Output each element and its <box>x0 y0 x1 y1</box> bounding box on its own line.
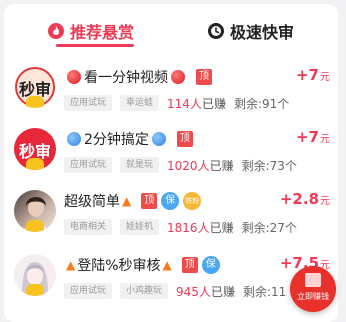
earned-number: 945人 <box>176 284 211 299</box>
task-title: 超级简单 ▲ 顶 保 铁粉 <box>64 190 202 212</box>
earn-now-button[interactable]: 立即赚钱 <box>290 266 336 312</box>
avatar-crown-badge <box>26 96 44 108</box>
category-tag: 电商相关 <box>64 219 113 235</box>
task-item[interactable]: 秒审 看一分钟视频 顶 应用试玩 幸运蛙 114人已赚 剩余:91个 +7 元 <box>4 66 338 128</box>
task-list-card: 推荐悬赏 极速快审 秒审 看一分钟视频 顶 应用试玩 幸运蛙 114人已赚 剩余… <box>4 4 338 322</box>
earned-number: 114人 <box>167 96 202 111</box>
remaining-count: 剩余:27个 <box>241 220 297 235</box>
earned-count: 1816人已赚 <box>167 219 234 236</box>
task-item[interactable]: 秒审 2分钟搞定 顶 应用试玩 就是玩 1020人已赚 剩余:73个 +7 元 <box>4 128 338 190</box>
remaining-count: 剩余:11 <box>242 284 287 299</box>
earned-number: 1816人 <box>167 220 210 235</box>
category-tag: 应用试玩 <box>64 95 113 111</box>
reward-value: +7 <box>295 128 319 146</box>
task-meta: 应用试玩 幸运蛙 114人已赚 剩余:91个 <box>64 94 289 112</box>
blue-dot-icon <box>151 132 166 146</box>
flame-icon <box>48 23 64 39</box>
fan-badge: 铁粉 <box>183 192 202 210</box>
task-avatar <box>14 254 56 296</box>
active-tab-indicator <box>56 44 134 47</box>
task-title-text: 超级简单 <box>64 194 120 210</box>
earned-suffix: 已赚 <box>209 158 234 173</box>
tab-label: 推荐悬赏 <box>70 23 135 42</box>
app-tag: 就是玩 <box>120 157 160 173</box>
pinned-badge: 顶 <box>196 69 212 85</box>
red-dot-icon <box>171 70 185 84</box>
earn-now-label: 立即赚钱 <box>297 292 329 301</box>
guarantee-badge: 保 <box>161 192 180 210</box>
task-title: 2分钟搞定 顶 <box>64 128 193 150</box>
task-item[interactable]: 超级简单 ▲ 顶 保 铁粉 电商相关 娃娃机 1816人已赚 剩余:27个 +2… <box>4 190 338 252</box>
task-avatar <box>14 190 56 232</box>
red-dot-icon <box>67 70 81 84</box>
task-title-text: 2分钟搞定 <box>84 132 149 148</box>
earned-suffix: 已赚 <box>209 220 234 235</box>
reward-amount: +2.8 元 <box>280 190 330 212</box>
tab-recommended-bounty[interactable]: 推荐悬赏 <box>48 18 134 44</box>
task-title: ▲ 登陆%秒审核 ▲ 顶 保 <box>64 254 220 276</box>
earned-count: 114人已赚 <box>167 95 226 112</box>
blue-dot-icon <box>67 132 81 146</box>
fire-icon: ▲ <box>122 194 132 208</box>
earned-count: 1020人已赚 <box>167 157 234 174</box>
task-meta: 应用试玩 就是玩 1020人已赚 剩余:73个 <box>64 156 297 174</box>
earned-number: 1020人 <box>167 158 210 173</box>
app-tag: 幸运蛙 <box>120 95 160 111</box>
app-tag: 小鸡趣玩 <box>120 283 169 299</box>
reward-value: +7 <box>295 66 319 84</box>
reward-amount: +7 元 <box>296 66 330 88</box>
fire-icon: ▲ <box>162 258 172 272</box>
clock-icon <box>208 23 224 39</box>
earned-suffix: 已赚 <box>201 96 226 111</box>
earned-count: 945人已赚 <box>176 283 235 300</box>
reward-unit: 元 <box>320 134 330 145</box>
reward-unit: 元 <box>320 196 330 207</box>
reward-amount: +7 元 <box>296 128 330 150</box>
tab-fast-review[interactable]: 极速快审 <box>208 18 294 44</box>
task-meta: 应用试玩 小鸡趣玩 945人已赚 剩余:11 <box>64 282 286 300</box>
avatar-crown-badge <box>26 220 44 232</box>
avatar-crown-badge <box>26 158 44 170</box>
tab-bar: 推荐悬赏 极速快审 <box>4 4 338 56</box>
reward-unit: 元 <box>320 72 330 83</box>
pinned-badge: 顶 <box>176 131 193 147</box>
fire-icon: ▲ <box>66 258 76 272</box>
task-avatar: 秒审 <box>14 128 56 170</box>
wallet-icon <box>305 273 321 287</box>
task-title-text: 登陆%秒审核 <box>77 258 161 274</box>
pinned-badge: 顶 <box>141 193 158 209</box>
reward-value: +2.8 <box>279 190 319 208</box>
tab-label: 极速快审 <box>230 23 295 42</box>
category-tag: 应用试玩 <box>64 157 113 173</box>
task-avatar: 秒审 <box>14 66 56 108</box>
guarantee-badge: 保 <box>201 256 220 274</box>
app-tag: 娃娃机 <box>120 219 160 235</box>
task-title-text: 看一分钟视频 <box>84 70 168 86</box>
pinned-badge: 顶 <box>181 257 198 273</box>
remaining-count: 剩余:91个 <box>233 96 290 111</box>
task-title: 看一分钟视频 顶 <box>64 66 212 88</box>
avatar-crown-badge <box>26 284 44 296</box>
remaining-count: 剩余:73个 <box>241 158 297 173</box>
category-tag: 应用试玩 <box>64 283 113 299</box>
task-item[interactable]: ▲ 登陆%秒审核 ▲ 顶 保 应用试玩 小鸡趣玩 945人已赚 剩余:11 +7… <box>4 254 338 316</box>
earned-suffix: 已赚 <box>210 284 235 299</box>
task-meta: 电商相关 娃娃机 1816人已赚 剩余:27个 <box>64 218 297 236</box>
